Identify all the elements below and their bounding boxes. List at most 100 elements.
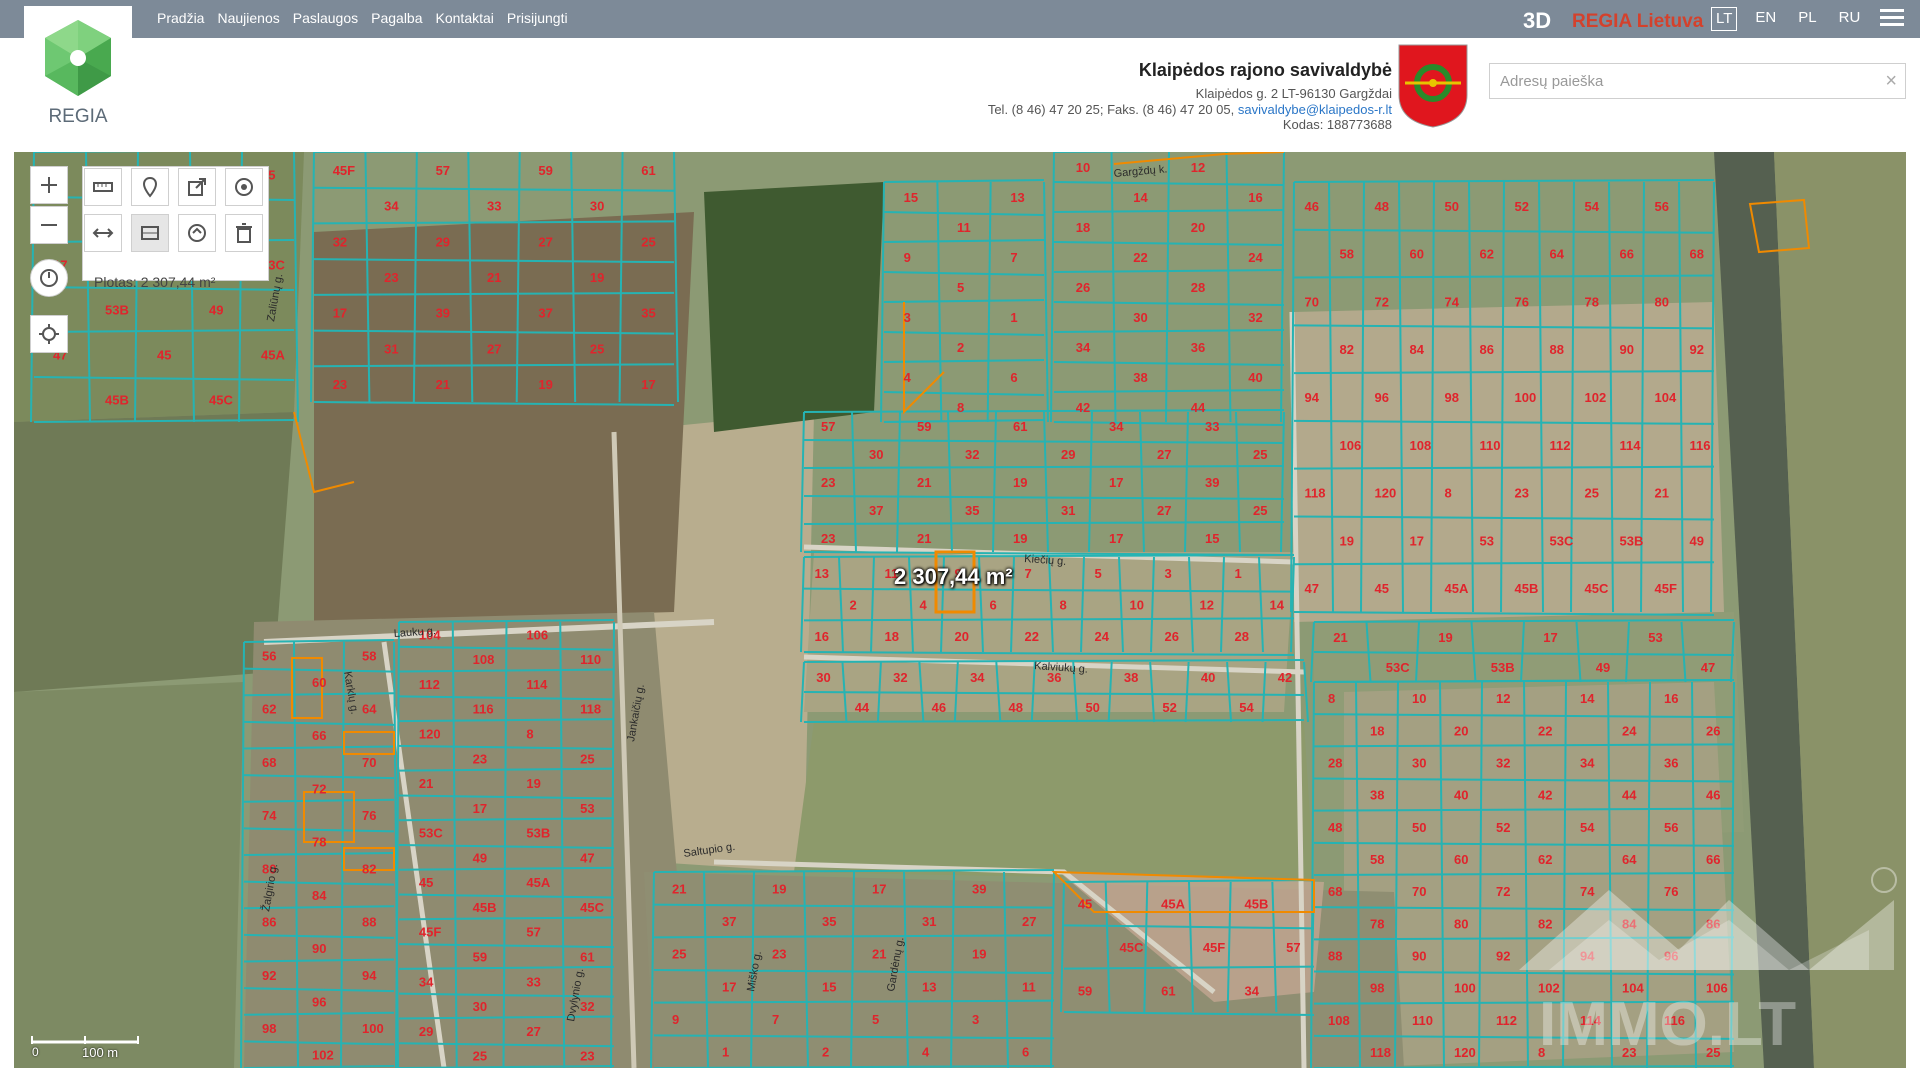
pin-icon — [142, 176, 158, 198]
regia-logo[interactable]: REGIA — [24, 6, 132, 127]
locate-button[interactable] — [30, 315, 68, 353]
pin-button[interactable] — [131, 168, 169, 206]
parcel-number: 20 — [1191, 220, 1205, 235]
nav-item-paslaugos[interactable]: Paslaugos — [293, 10, 358, 26]
export-button[interactable] — [178, 168, 216, 206]
lang-ru-button[interactable]: RU — [1835, 7, 1865, 31]
parcel-number: 76 — [1515, 294, 1529, 309]
parcel-number: 26 — [1076, 280, 1090, 295]
immo-watermark: IMMO.LT — [1519, 867, 1897, 1059]
plus-icon — [41, 177, 57, 193]
parcel-number: 37 — [869, 503, 883, 518]
parcel-number: 45 — [1078, 897, 1092, 912]
parcel-number: 100 — [362, 1021, 384, 1036]
parcel-number: 19 — [1340, 533, 1354, 548]
nav-item-kontaktai[interactable]: Kontaktai — [436, 10, 494, 26]
parcel-number: 104 — [1655, 390, 1677, 405]
parcel-number: 21 — [672, 881, 686, 896]
parcel-number: 110 — [1412, 1013, 1433, 1028]
route-button[interactable] — [178, 214, 216, 252]
parcel-number: 40 — [1248, 370, 1262, 385]
parcel-number: 16 — [1248, 190, 1262, 205]
parcel-number: 53 — [1480, 533, 1494, 548]
parcel-number: 30 — [590, 199, 604, 214]
parcel-number: 68 — [1328, 884, 1342, 899]
parcel-number: 108 — [1328, 1013, 1350, 1028]
clock-icon — [40, 269, 58, 287]
parcel-number: 45B — [105, 393, 129, 408]
parcel-number: 45A — [526, 875, 550, 890]
parcel-number: 70 — [362, 755, 376, 770]
parcel-number: 45C — [1120, 940, 1144, 955]
parcel-number: 120 — [419, 727, 441, 742]
parcel-number: 98 — [1445, 390, 1459, 405]
parcel-number: 19 — [526, 776, 540, 791]
parcel-number: 59 — [473, 950, 487, 965]
parcel-number: 31 — [384, 341, 398, 356]
parcel-number: 38 — [1133, 370, 1147, 385]
parcel-number: 45B — [1245, 897, 1269, 912]
target-button[interactable] — [225, 168, 263, 206]
nav-item-naujienos[interactable]: Naujienos — [217, 10, 279, 26]
parcel-number: 120 — [1375, 486, 1397, 501]
parcel-number: 25 — [1585, 486, 1599, 501]
delete-button[interactable] — [225, 214, 263, 252]
parcel-number: 8 — [1060, 598, 1067, 613]
hamburger-menu-icon[interactable] — [1880, 9, 1904, 29]
map-view[interactable]: 823252119175353C53B49474545A45B45C45F575… — [14, 152, 1906, 1068]
parcel-number: 44 — [1191, 400, 1206, 415]
parcel-number: 4 — [920, 598, 928, 613]
measure-area-button[interactable] — [131, 214, 169, 252]
nav-item-prisijungti[interactable]: Prisijungti — [507, 10, 568, 26]
parcel-number: 30 — [1412, 755, 1426, 770]
parcel-number: 61 — [641, 163, 655, 178]
lang-pl-button[interactable]: PL — [1794, 7, 1820, 31]
lang-lt-button[interactable]: LT — [1711, 7, 1738, 31]
parcel-number: 14 — [1270, 598, 1285, 613]
parcel-number: 100 — [1454, 981, 1476, 996]
3d-view-button[interactable]: 3D — [1523, 8, 1551, 34]
parcel-number: 108 — [473, 652, 495, 667]
regia-lietuva-link[interactable]: REGIA Lietuva — [1572, 11, 1703, 33]
municipality-phones: Tel. (8 46) 47 20 25; Faks. (8 46) 47 20… — [987, 102, 1235, 117]
parcel-number: 32 — [893, 670, 907, 685]
parcel-number: 118 — [580, 702, 601, 717]
parcel-number: 17 — [641, 377, 655, 392]
parcel-number: 35 — [965, 503, 979, 518]
parcel-number: 42 — [1538, 788, 1552, 803]
measure-line-button[interactable] — [84, 214, 122, 252]
parcel-number: 6 — [1010, 370, 1017, 385]
parcel-number: 108 — [1410, 438, 1432, 453]
parcel-number: 116 — [473, 702, 494, 717]
parcel-number: 56 — [1655, 199, 1669, 214]
zoom-out-button[interactable] — [30, 206, 68, 244]
parcel-number: 49 — [209, 303, 223, 318]
parcel-number: 21 — [436, 377, 450, 392]
parcel-number: 8 — [1328, 691, 1335, 706]
parcel-number: 57 — [436, 163, 450, 178]
parcel-number: 33 — [1205, 419, 1219, 434]
ruler-button[interactable] — [84, 168, 122, 206]
nav-item-pagalba[interactable]: Pagalba — [371, 10, 422, 26]
parcel-number: 7 — [772, 1012, 779, 1027]
parcel-number: 59 — [917, 419, 931, 434]
parcel-number: 21 — [487, 270, 501, 285]
parcel-number: 37 — [722, 914, 736, 929]
parcel-number: 22 — [1538, 723, 1552, 738]
parcel-number: 23 — [772, 947, 786, 962]
parcel-number: 49 — [1690, 533, 1704, 548]
parcel-number: 27 — [1157, 447, 1171, 462]
municipality-address: Klaipėdos g. 2 LT-96130 Gargždai — [1195, 86, 1392, 101]
zoom-in-button[interactable] — [30, 166, 68, 204]
parcel-number: 44 — [855, 700, 870, 715]
nav-item-pradzia[interactable]: Pradžia — [157, 10, 204, 26]
parcel-number: 45F — [1203, 940, 1225, 955]
municipality-email-link[interactable]: savivaldybe@klaipedos-r.lt — [1238, 102, 1392, 117]
lang-en-button[interactable]: EN — [1751, 7, 1780, 31]
scale-label: 100 m — [82, 1045, 119, 1060]
history-button[interactable] — [30, 259, 68, 297]
parcel-number: 30 — [869, 447, 883, 462]
close-icon[interactable]: × — [1885, 70, 1897, 92]
address-search-input[interactable] — [1490, 64, 1880, 98]
parcel-number: 19 — [1013, 531, 1027, 546]
